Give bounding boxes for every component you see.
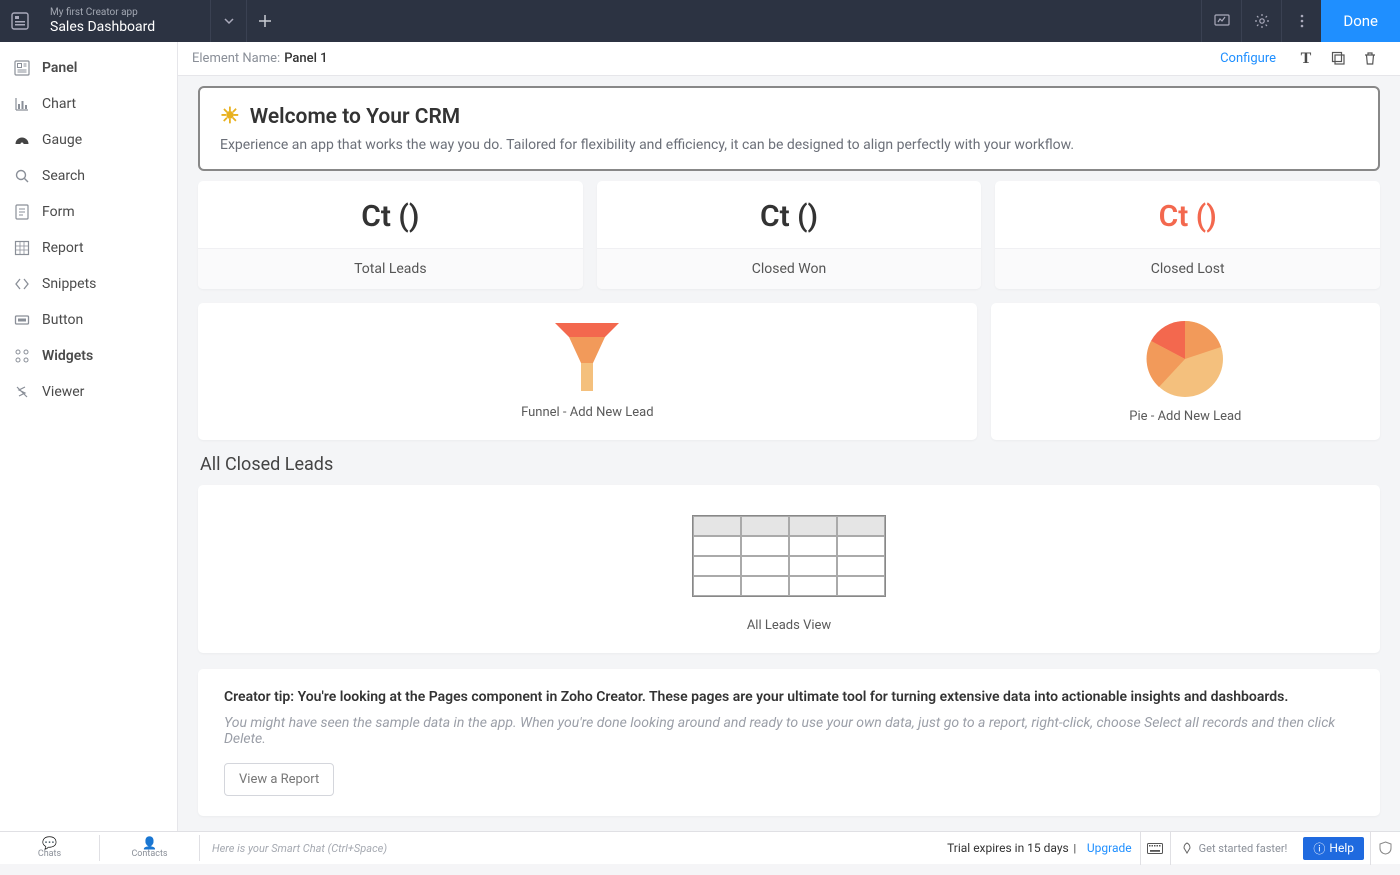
duplicate-button[interactable]	[1322, 51, 1354, 66]
funnel-chart-card[interactable]: Funnel - Add New Lead	[198, 303, 977, 440]
panel-icon	[14, 60, 30, 76]
sidebar-label: Panel	[42, 60, 77, 76]
element-name-value: Panel 1	[284, 51, 327, 66]
app-dropdown[interactable]	[210, 0, 246, 42]
sidebar: Panel Chart Gauge Search Form Report Sni…	[0, 42, 178, 831]
sidebar-item-widgets[interactable]: Widgets	[0, 338, 177, 374]
sidebar-item-chart[interactable]: Chart	[0, 86, 177, 122]
app-subtitle: My first Creator app	[50, 7, 202, 19]
sidebar-item-gauge[interactable]: Gauge	[0, 122, 177, 158]
tip-text-italic: You might have seen the sample data in t…	[224, 715, 1354, 747]
get-started-button[interactable]: Get started faster!	[1170, 832, 1298, 865]
help-icon: ⓘ	[1313, 840, 1325, 857]
sun-icon: ☀	[220, 104, 240, 129]
sidebar-item-report[interactable]: Report	[0, 230, 177, 266]
sidebar-label: Form	[42, 204, 75, 220]
search-icon	[14, 168, 30, 184]
stat-value: Ct ()	[198, 181, 583, 248]
stat-value: Ct ()	[995, 181, 1380, 248]
pie-chart-card[interactable]: Pie - Add New Lead	[991, 303, 1380, 440]
sidebar-item-button[interactable]: Button	[0, 302, 177, 338]
sidebar-item-viewer[interactable]: Viewer	[0, 374, 177, 410]
add-app-button[interactable]	[246, 0, 282, 42]
funnel-label: Funnel - Add New Lead	[198, 405, 977, 420]
all-leads-table-card[interactable]: All Leads View	[198, 485, 1380, 653]
pie-chart-icon	[1143, 317, 1227, 401]
smart-chat-hint[interactable]: Here is your Smart Chat (Ctrl+Space)	[200, 842, 399, 855]
widgets-icon	[14, 348, 30, 364]
stat-label: Total Leads	[198, 248, 583, 289]
content-area: Element Name: Panel 1 Configure T ☀ Welc…	[178, 42, 1400, 831]
stats-row: Ct () Total Leads Ct () Closed Won Ct ()…	[198, 181, 1380, 289]
topbar: My first Creator app Sales Dashboard Don…	[0, 0, 1400, 42]
sidebar-label: Report	[42, 240, 84, 256]
element-name-label: Element Name:	[192, 51, 280, 66]
sidebar-item-panel[interactable]: Panel	[0, 50, 177, 86]
shield-icon[interactable]	[1370, 832, 1400, 865]
table-label: All Leads View	[198, 618, 1380, 633]
funnel-chart-icon	[547, 317, 627, 397]
rocket-icon	[1181, 842, 1193, 854]
stat-closed-won[interactable]: Ct () Closed Won	[597, 181, 982, 289]
pie-label: Pie - Add New Lead	[991, 409, 1380, 424]
stat-closed-lost[interactable]: Ct () Closed Lost	[995, 181, 1380, 289]
gear-icon[interactable]	[1241, 0, 1281, 42]
stat-value: Ct ()	[597, 181, 982, 248]
sidebar-item-search[interactable]: Search	[0, 158, 177, 194]
sidebar-label: Button	[42, 312, 83, 328]
sidebar-label: Snippets	[42, 276, 96, 292]
table-placeholder-icon	[692, 515, 886, 597]
gauge-icon	[14, 132, 30, 148]
creator-tip-card: Creator tip: You're looking at the Pages…	[198, 669, 1380, 816]
charts-row: Funnel - Add New Lead Pie - Add New Lead	[198, 303, 1380, 440]
sidebar-label: Chart	[42, 96, 76, 112]
keyboard-icon[interactable]	[1140, 832, 1170, 865]
snippets-icon	[14, 276, 30, 292]
app-title: Sales Dashboard	[50, 19, 202, 36]
sidebar-label: Search	[42, 168, 85, 184]
sidebar-label: Gauge	[42, 132, 82, 148]
bottombar: 💬 Chats 👤 Contacts Here is your Smart Ch…	[0, 831, 1400, 864]
done-button[interactable]: Done	[1321, 0, 1400, 42]
stat-label: Closed Lost	[995, 248, 1380, 289]
more-menu-icon[interactable]	[1281, 0, 1321, 42]
contacts-tab[interactable]: 👤 Contacts	[100, 835, 200, 861]
welcome-title: Welcome to Your CRM	[250, 105, 460, 129]
text-format-button[interactable]: T	[1290, 50, 1322, 68]
form-icon	[14, 204, 30, 220]
help-button[interactable]: ⓘ Help	[1303, 837, 1364, 860]
chats-tab[interactable]: 💬 Chats	[0, 835, 100, 861]
stat-label: Closed Won	[597, 248, 982, 289]
view-report-button[interactable]: View a Report	[224, 763, 334, 796]
section-closed-leads: All Closed Leads	[200, 454, 1380, 475]
tip-text-bold: Creator tip: You're looking at the Pages…	[224, 689, 1288, 705]
stat-total-leads[interactable]: Ct () Total Leads	[198, 181, 583, 289]
welcome-panel[interactable]: ☀ Welcome to Your CRM Experience an app …	[198, 86, 1380, 171]
sidebar-item-snippets[interactable]: Snippets	[0, 266, 177, 302]
sidebar-label: Widgets	[42, 348, 93, 364]
sidebar-item-form[interactable]: Form	[0, 194, 177, 230]
welcome-body: Experience an app that works the way you…	[220, 137, 1358, 153]
chart-icon	[14, 96, 30, 112]
report-icon	[14, 240, 30, 256]
app-icon	[0, 12, 40, 30]
viewer-icon	[14, 384, 30, 400]
configure-link[interactable]: Configure	[1220, 51, 1276, 66]
delete-button[interactable]	[1354, 51, 1386, 66]
monitor-icon[interactable]	[1201, 0, 1241, 42]
button-icon	[14, 312, 30, 328]
sidebar-label: Viewer	[42, 384, 84, 400]
element-toolbar: Element Name: Panel 1 Configure T	[178, 42, 1400, 76]
trial-text: Trial expires in 15 days	[947, 841, 1071, 855]
app-info: My first Creator app Sales Dashboard	[40, 4, 210, 39]
contacts-icon: 👤	[142, 837, 157, 849]
upgrade-link[interactable]: Upgrade	[1079, 841, 1140, 855]
chat-icon: 💬	[42, 837, 57, 849]
